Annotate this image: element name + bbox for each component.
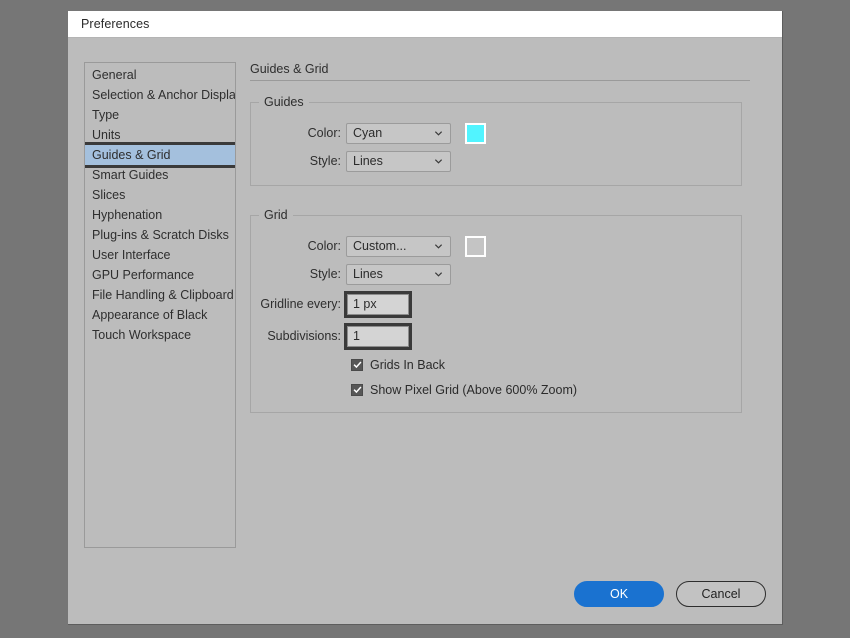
- grid-color-value: Custom...: [353, 239, 407, 253]
- subdivisions-input[interactable]: 1: [347, 326, 409, 347]
- sidebar-item-label: Appearance of Black: [92, 308, 207, 322]
- sidebar-item-plug-ins-scratch-disks[interactable]: Plug-ins & Scratch Disks: [85, 225, 235, 245]
- guides-color-select[interactable]: Cyan: [346, 123, 451, 144]
- guides-group: Guides Color: Cyan Style:: [250, 95, 742, 186]
- grid-color-select[interactable]: Custom...: [346, 236, 451, 257]
- sidebar-item-label: GPU Performance: [92, 268, 194, 282]
- sidebar-item-label: Selection & Anchor Display: [92, 88, 236, 102]
- grid-style-select[interactable]: Lines: [346, 264, 451, 285]
- sidebar-item-slices[interactable]: Slices: [85, 185, 235, 205]
- title-divider: [250, 80, 750, 81]
- guides-style-value: Lines: [353, 154, 383, 168]
- grids-in-back-label: Grids In Back: [370, 358, 445, 372]
- subdivisions-label: Subdivisions:: [251, 329, 346, 343]
- chevron-down-icon: [434, 157, 443, 166]
- checkmark-icon: [353, 360, 362, 369]
- dialog-title: Preferences: [81, 17, 150, 31]
- gridline-every-input[interactable]: 1 px: [347, 294, 409, 315]
- sidebar-item-file-handling-clipboard[interactable]: File Handling & Clipboard: [85, 285, 235, 305]
- show-pixel-grid-label: Show Pixel Grid (Above 600% Zoom): [370, 383, 577, 397]
- grid-group: Grid Color: Custom... Style:: [250, 208, 742, 413]
- show-pixel-grid-checkbox[interactable]: [351, 384, 363, 396]
- grid-color-row: Color: Custom...: [251, 232, 741, 260]
- sidebar-item-label: File Handling & Clipboard: [92, 288, 234, 302]
- sidebar-item-label: Smart Guides: [92, 168, 168, 182]
- guides-color-value: Cyan: [353, 126, 382, 140]
- subdivisions-value: 1: [353, 329, 360, 343]
- guides-style-select[interactable]: Lines: [346, 151, 451, 172]
- cancel-button[interactable]: Cancel: [676, 581, 766, 607]
- sidebar-item-label: User Interface: [92, 248, 171, 262]
- show-pixel-grid-row[interactable]: Show Pixel Grid (Above 600% Zoom): [251, 377, 741, 402]
- gridline-every-row: Gridline every: 1 px: [251, 288, 741, 320]
- sidebar-item-smart-guides[interactable]: Smart Guides: [85, 165, 235, 185]
- dialog-titlebar: Preferences: [68, 11, 782, 38]
- preferences-content: Guides & Grid Guides Color: Cyan: [250, 62, 766, 435]
- grid-group-legend: Grid: [259, 208, 293, 222]
- sidebar-item-guides-grid[interactable]: Guides & Grid: [84, 145, 236, 165]
- grids-in-back-row[interactable]: Grids In Back: [251, 352, 741, 377]
- sidebar-item-user-interface[interactable]: User Interface: [85, 245, 235, 265]
- sidebar-item-label: Units: [92, 128, 120, 142]
- chevron-down-icon: [434, 270, 443, 279]
- sidebar-item-label: Type: [92, 108, 119, 122]
- guides-color-row: Color: Cyan: [251, 119, 741, 147]
- dialog-body: General Selection & Anchor Display Type Uni…: [68, 39, 782, 624]
- sidebar-item-label: General: [92, 68, 136, 82]
- grid-color-swatch[interactable]: [465, 236, 486, 257]
- grid-style-value: Lines: [353, 267, 383, 281]
- ok-button[interactable]: OK: [574, 581, 664, 607]
- subdivisions-row: Subdivisions: 1: [251, 320, 741, 352]
- grid-style-row: Style: Lines: [251, 260, 741, 288]
- sidebar-item-label: Slices: [92, 188, 125, 202]
- guides-group-legend: Guides: [259, 95, 309, 109]
- chevron-down-icon: [434, 129, 443, 138]
- grids-in-back-checkbox[interactable]: [351, 359, 363, 371]
- sidebar-item-appearance-of-black[interactable]: Appearance of Black: [85, 305, 235, 325]
- sidebar-item-units[interactable]: Units: [85, 125, 235, 145]
- sidebar-item-label: Touch Workspace: [92, 328, 191, 342]
- guides-style-label: Style:: [251, 154, 346, 168]
- sidebar-item-type[interactable]: Type: [85, 105, 235, 125]
- category-list[interactable]: General Selection & Anchor Display Type Uni…: [84, 62, 236, 548]
- guides-color-swatch[interactable]: [465, 123, 486, 144]
- chevron-down-icon: [434, 242, 443, 251]
- sidebar-item-touch-workspace[interactable]: Touch Workspace: [85, 325, 235, 345]
- sidebar-item-selection-anchor-display[interactable]: Selection & Anchor Display: [85, 85, 235, 105]
- sidebar-item-label: Hyphenation: [92, 208, 162, 222]
- page-title: Guides & Grid: [250, 62, 766, 80]
- grid-color-label: Color:: [251, 239, 346, 253]
- gridline-every-label: Gridline every:: [251, 297, 346, 311]
- sidebar-item-general[interactable]: General: [85, 65, 235, 85]
- guides-style-row: Style: Lines: [251, 147, 741, 175]
- sidebar-item-gpu-performance[interactable]: GPU Performance: [85, 265, 235, 285]
- guides-color-label: Color:: [251, 126, 346, 140]
- dialog-footer: OK Cancel: [574, 581, 766, 607]
- grid-style-label: Style:: [251, 267, 346, 281]
- checkmark-icon: [353, 385, 362, 394]
- sidebar-item-hyphenation[interactable]: Hyphenation: [85, 205, 235, 225]
- sidebar-item-label: Plug-ins & Scratch Disks: [92, 228, 229, 242]
- gridline-every-value: 1 px: [353, 297, 377, 311]
- preferences-dialog: Preferences General Selection & Anchor Di…: [68, 11, 783, 625]
- sidebar-item-label: Guides & Grid: [92, 148, 171, 162]
